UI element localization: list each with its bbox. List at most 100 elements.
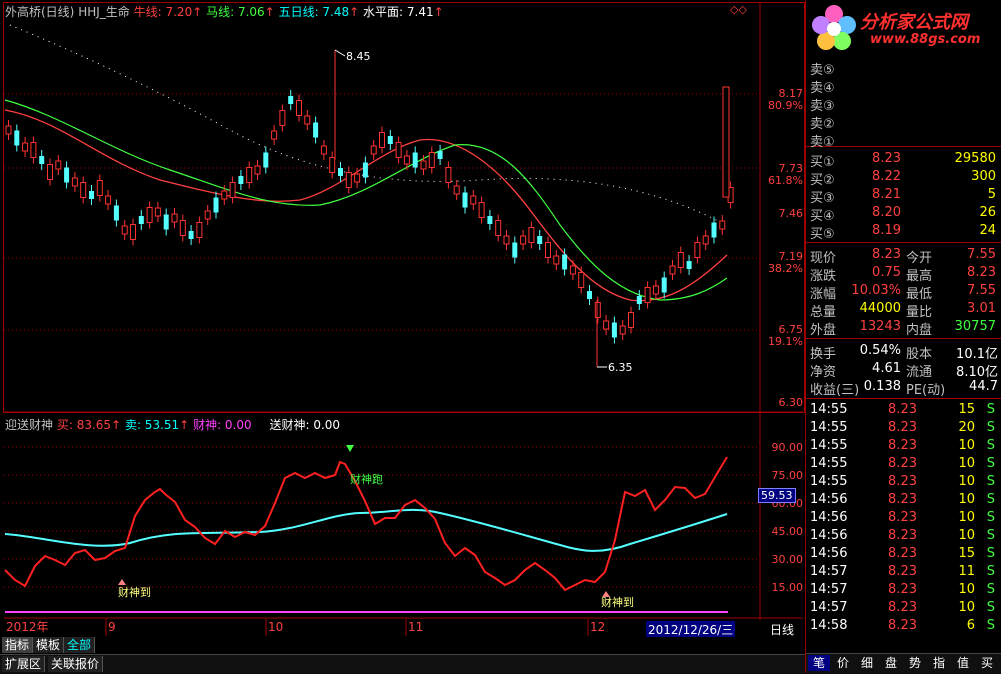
tick-price: 8.23 (888, 582, 917, 597)
tick-volume: 10 (958, 474, 975, 489)
candlestick (587, 285, 592, 305)
sub-current-value: 59.53 (758, 488, 796, 503)
detail-tab[interactable]: 势 (904, 655, 926, 671)
tick-row[interactable]: 14:55 8.23 10 S (806, 473, 1001, 491)
x-axis-year: 2012年 (6, 620, 49, 634)
candlestick (55, 155, 62, 175)
candlestick (345, 166, 352, 194)
tab-all[interactable]: 全部 (64, 637, 96, 653)
tick-time: 14:55 (810, 420, 848, 435)
tick-time: 14:56 (810, 510, 848, 525)
tick-price: 8.23 (888, 528, 917, 543)
candlestick (578, 266, 585, 294)
buy-order-row[interactable]: 买⑤ 8.19 24 (806, 222, 1001, 242)
detail-tab[interactable]: 盘 (880, 655, 902, 671)
tick-volume: 15 (958, 546, 975, 561)
candlestick (636, 290, 642, 310)
candlestick (80, 176, 87, 204)
candlestick (130, 218, 136, 246)
indicator-tab-bar: 指标 模板 全部 (0, 637, 805, 654)
tick-flag: S (986, 456, 995, 471)
candlestick (146, 201, 153, 229)
candlestick (711, 216, 717, 244)
fundamental-value: 0.138 (863, 379, 901, 394)
tick-flag: S (986, 546, 995, 561)
sell-order-row[interactable]: 卖④ (806, 76, 1001, 96)
tick-row[interactable]: 14:55 8.23 20 S (806, 419, 1001, 437)
tick-row[interactable]: 14:56 8.23 15 S (806, 545, 1001, 563)
candlestick (279, 104, 286, 132)
sell-order-row[interactable]: 卖① (806, 130, 1001, 150)
sell-order-row[interactable]: 卖② (806, 112, 1001, 132)
tick-price: 8.23 (888, 402, 917, 417)
buy-order-row[interactable]: 买③ 8.21 5 (806, 186, 1001, 206)
candlestick (603, 315, 610, 335)
buy-order-price: 8.20 (872, 205, 901, 220)
candlestick (5, 120, 12, 140)
buy-order-row[interactable]: 买② 8.22 300 (806, 168, 1001, 188)
quote-row: 涨幅 10.03% 最低 7.55 (806, 282, 1001, 302)
candlestick (445, 161, 452, 189)
detail-tab[interactable]: 笔 (808, 655, 830, 671)
candlestick (370, 140, 377, 160)
tick-row[interactable]: 14:57 8.23 10 S (806, 599, 1001, 617)
candlestick (254, 160, 261, 180)
sell-order-row[interactable]: 卖③ (806, 94, 1001, 114)
tick-row[interactable]: 14:56 8.23 10 S (806, 491, 1001, 509)
tick-volume: 10 (958, 528, 975, 543)
tick-time: 14:56 (810, 528, 848, 543)
tick-row[interactable]: 14:57 8.23 10 S (806, 581, 1001, 599)
tab-indicator[interactable]: 指标 (2, 637, 34, 653)
quote-value: 13243 (859, 319, 901, 334)
sell-order-row[interactable]: 卖⑤ (806, 58, 1001, 78)
x-axis-month-label: 11 (408, 620, 423, 634)
detail-tab[interactable]: 买 (976, 655, 998, 671)
tick-row[interactable]: 14:56 8.23 10 S (806, 509, 1001, 527)
candlestick (39, 150, 45, 170)
candlestick (478, 196, 485, 224)
candlestick (171, 208, 178, 228)
candlestick (71, 172, 78, 192)
price-axis-label: 6.30 (779, 396, 804, 409)
candlestick (204, 205, 211, 225)
sub-axis: 90.0075.0060.0045.0030.0015.00 (772, 441, 804, 594)
tab-template[interactable]: 模板 (33, 637, 65, 653)
tick-row[interactable]: 14:58 8.23 6 S (806, 617, 1001, 635)
tick-time: 14:57 (810, 600, 848, 615)
candlestick (271, 125, 278, 145)
tick-row[interactable]: 14:55 8.23 10 S (806, 437, 1001, 455)
tab-related-quotes[interactable]: 关联报价 (48, 656, 104, 672)
tick-list[interactable]: 14:55 8.23 15 S 14:55 8.23 20 S 14:55 8.23 10 S 14:5… (806, 400, 1001, 652)
tick-volume: 10 (958, 510, 975, 525)
candlestick (329, 151, 336, 179)
quote-row: 总量 44000 量比 3.01 (806, 300, 1001, 320)
buy-order-row[interactable]: 买① 8.23 29580 (806, 150, 1001, 170)
tick-row[interactable]: 14:55 8.23 15 S (806, 401, 1001, 419)
tick-row[interactable]: 14:57 8.23 11 S (806, 563, 1001, 581)
buy-order-row[interactable]: 买④ 8.20 26 (806, 204, 1001, 224)
candlestick (196, 216, 203, 244)
detail-tab[interactable]: 值 (952, 655, 974, 671)
candlestick (669, 260, 676, 280)
tick-row[interactable]: 14:56 8.23 10 S (806, 527, 1001, 545)
god-run-label: 财神跑 (350, 472, 383, 486)
extension-tab-bar: 扩展区 关联报价 (0, 654, 805, 674)
detail-tab[interactable]: 指 (928, 655, 950, 671)
ma-bull-line (4, 109, 728, 302)
detail-tab[interactable]: 价 (832, 655, 854, 671)
sell-order-book: 卖⑤ 卖④ 卖③ 卖② 卖① (806, 56, 1001, 150)
flower-logo-icon (812, 5, 856, 50)
tab-extension-area[interactable]: 扩展区 (2, 656, 46, 672)
tick-row[interactable]: 14:55 8.23 10 S (806, 455, 1001, 473)
period-label[interactable]: 日线 (770, 621, 794, 638)
candlestick (453, 180, 460, 200)
candlestick (113, 199, 119, 227)
buy-value: 买: 83.65 (56, 418, 112, 432)
price-axis-label: 7.46 (779, 207, 804, 220)
buy-order-price: 8.21 (872, 187, 901, 202)
detail-tab[interactable]: 细 (856, 655, 878, 671)
logo-url[interactable]: www.88gs.com (870, 32, 980, 47)
tick-volume: 20 (958, 420, 975, 435)
tick-price: 8.23 (888, 546, 917, 561)
buy-order-volume: 26 (979, 205, 996, 220)
